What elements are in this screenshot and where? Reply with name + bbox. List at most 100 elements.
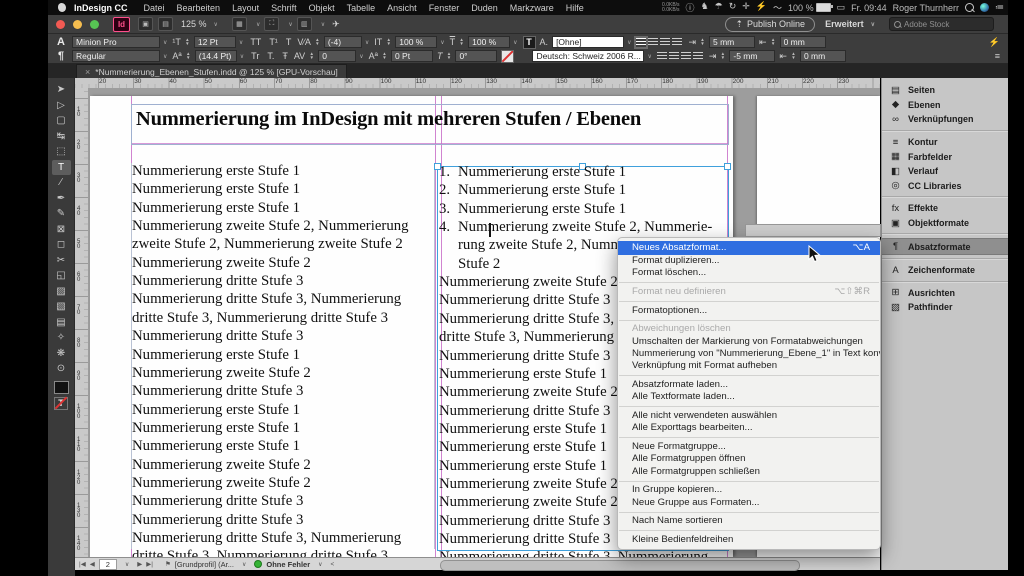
siri-icon[interactable] — [980, 3, 989, 12]
bridge-icon[interactable]: ▣ — [138, 17, 153, 31]
menubar-item-objekt[interactable]: Objekt — [309, 3, 335, 13]
menu-item[interactable]: Format duplizieren... — [618, 255, 880, 267]
menu-item[interactable]: In Gruppe kopieren... — [618, 484, 880, 496]
preflight-profile[interactable]: [Grundprofil] (Ar... — [175, 560, 234, 569]
pen-tool[interactable]: ✒ — [52, 191, 71, 207]
view-options-icon[interactable]: ▦ — [232, 17, 247, 31]
menubar-clock[interactable]: Fr. 09:44 — [851, 3, 887, 13]
battery-indicator[interactable]: 100 % — [788, 3, 831, 13]
dock-item-objektformate[interactable]: ▣Objektformate — [882, 216, 1008, 231]
previous-page-button[interactable]: ◀ — [90, 560, 95, 568]
language-combo[interactable]: Deutsch: Schweiz 2006 R...∨ — [532, 50, 652, 62]
menubar-item-markzware[interactable]: Markzware — [510, 3, 554, 13]
next-page-button[interactable]: ▶ — [137, 560, 142, 568]
time-machine-icon[interactable]: ↻ — [729, 1, 737, 14]
horizontal-scale-combo[interactable]: 100 %∨ — [468, 36, 518, 48]
small-caps-button[interactable]: Tr — [249, 51, 261, 61]
spotlight-icon[interactable] — [965, 3, 974, 12]
menu-item[interactable]: Alle Formatgruppen öffnen — [618, 453, 880, 465]
apple-menu-icon[interactable] — [58, 3, 66, 12]
strikethrough-button[interactable]: Ŧ — [280, 51, 290, 61]
text-color-swatch[interactable]: T — [54, 397, 68, 410]
menu-item[interactable]: Format löschen... — [618, 267, 880, 279]
baseline-shift-field[interactable]: 0 Pt — [391, 50, 433, 62]
document-tab[interactable]: × *Nummerierung_Ebenen_Stufen.indd @ 125… — [76, 64, 347, 78]
app-status-icon[interactable]: ♞ — [701, 1, 709, 14]
menu-item[interactable]: Nummerierung von "Nummerierung_Ebene_1" … — [618, 348, 880, 360]
dock-item-cc-libraries[interactable]: ◎CC Libraries — [882, 179, 1008, 194]
menu-item[interactable]: Absatzformate laden... — [618, 379, 880, 391]
gap-tool[interactable]: ↹ — [52, 129, 71, 145]
menubar-item-schrift[interactable]: Schrift — [271, 3, 297, 13]
menu-item[interactable]: Neues Absatzformat...⌥A — [618, 241, 880, 255]
menubar-item-duden[interactable]: Duden — [471, 3, 498, 13]
close-window-button[interactable] — [56, 20, 65, 29]
menu-item[interactable]: Neue Gruppe aus Formaten... — [618, 497, 880, 509]
underline-button[interactable]: T — [284, 37, 294, 47]
tracking-combo[interactable]: 0∨ — [318, 50, 364, 62]
dock-item-ebenen[interactable]: ◆Ebenen — [882, 98, 1008, 113]
menubar-item-hilfe[interactable]: Hilfe — [566, 3, 584, 13]
dock-item-zeichenformate[interactable]: AZeichenformate — [882, 263, 1008, 278]
all-caps-button[interactable]: TT — [248, 37, 263, 47]
dock-item-farbfelder[interactable]: ▦Farbfelder — [882, 149, 1008, 164]
leading-combo[interactable]: (14.4 Pt)∨ — [195, 50, 245, 62]
zoom-level-value[interactable]: 125 % — [181, 19, 207, 29]
direct-selection-tool[interactable]: ▷ — [52, 98, 71, 114]
display-icon[interactable]: ▭ — [837, 2, 846, 13]
first-page-button[interactable]: |◀ — [79, 560, 86, 568]
page-dropdown-arrow[interactable]: ∨ — [125, 561, 129, 568]
menubar-item-datei[interactable]: Datei — [144, 3, 165, 13]
frame-tool[interactable]: ⊠ — [52, 222, 71, 238]
fullscreen-window-button[interactable] — [90, 20, 99, 29]
justify-center-button[interactable] — [669, 52, 679, 61]
skew-field[interactable]: 0° — [455, 50, 497, 62]
dock-item-verlauf[interactable]: ◧Verlauf — [882, 164, 1008, 179]
font-style-combo[interactable]: Regular∨ — [72, 50, 168, 62]
subscript-button[interactable]: T. — [265, 51, 276, 61]
gradient-feather-tool[interactable]: ▧ — [52, 299, 71, 315]
character-formatting-icon[interactable]: A — [54, 36, 68, 48]
wifi-icon[interactable]: 〜 — [773, 1, 782, 14]
info-icon[interactable]: ⓘ — [686, 1, 695, 14]
arrange-documents-arrow[interactable]: ∨ — [321, 21, 325, 28]
view-options-arrow[interactable]: ∨ — [256, 21, 260, 28]
stroke-color-chip[interactable] — [501, 50, 514, 63]
menu-item[interactable]: Alle Exporttags bearbeiten... — [618, 422, 880, 434]
font-family-combo[interactable]: Minion Pro∨ — [72, 36, 168, 48]
selection-tool[interactable]: ➤ — [52, 82, 71, 98]
vertical-scale-combo[interactable]: 100 %∨ — [395, 36, 445, 48]
paragraph-formatting-icon[interactable]: ¶ — [54, 50, 68, 62]
indent-right-field[interactable]: 0 mm — [780, 36, 826, 48]
last-line-indent-field[interactable]: 0 mm — [800, 50, 846, 62]
gradient-tool[interactable]: ▨ — [52, 284, 71, 300]
page-tool[interactable]: ▢ — [52, 113, 71, 129]
pencil-tool[interactable]: ✎ — [52, 206, 71, 222]
frame-handle-topright[interactable] — [724, 163, 731, 170]
notification-center-icon[interactable]: ≔ — [995, 2, 1004, 13]
adobe-stock-search[interactable]: Adobe Stock — [889, 17, 994, 31]
menu-item[interactable]: Alle Textformate laden... — [618, 391, 880, 403]
dock-item-seiten[interactable]: ▤Seiten — [882, 83, 1008, 98]
zoom-level-dropdown-arrow[interactable]: ∨ — [214, 21, 218, 28]
menu-item[interactable]: Umschalten der Markierung von Formatabwe… — [618, 336, 880, 348]
menubar-item-fenster[interactable]: Fenster — [429, 3, 460, 13]
screen-mode-arrow[interactable]: ∨ — [288, 21, 292, 28]
character-color-chip[interactable]: T — [523, 36, 536, 49]
vertical-ruler[interactable]: 1 02 03 04 05 06 07 08 09 01 0 01 1 01 2… — [75, 88, 89, 570]
line-tool[interactable]: ∕ — [52, 175, 71, 191]
error-dropdown-arrow[interactable]: ∨ — [318, 561, 322, 568]
minimize-window-button[interactable] — [73, 20, 82, 29]
menu-item[interactable]: Formatoptionen... — [618, 305, 880, 317]
first-line-indent-field[interactable]: -5 mm — [729, 50, 775, 62]
workspace-switcher[interactable]: Erweitert ∨ — [825, 19, 879, 29]
floating-panel-titlebar[interactable] — [745, 224, 881, 237]
power-icon[interactable]: ⚡ — [756, 1, 767, 14]
screen-mode-icon[interactable]: ⛶ — [264, 17, 279, 31]
menu-item[interactable]: Neue Formatgruppe... — [618, 441, 880, 453]
publish-online-button[interactable]: ⇡ Publish Online — [725, 17, 815, 32]
horizontal-scrollbar-thumb[interactable] — [440, 560, 800, 571]
dock-item-pathfinder[interactable]: ▧Pathfinder — [882, 300, 1008, 315]
scissors-tool[interactable]: ✂ — [52, 253, 71, 269]
rectangle-tool[interactable]: ◻ — [52, 237, 71, 253]
